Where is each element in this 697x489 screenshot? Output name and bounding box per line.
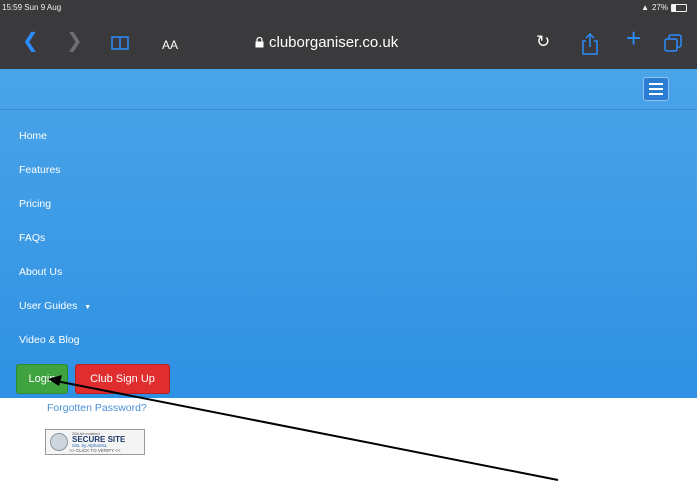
annotation-arrow-icon [48, 375, 559, 481]
